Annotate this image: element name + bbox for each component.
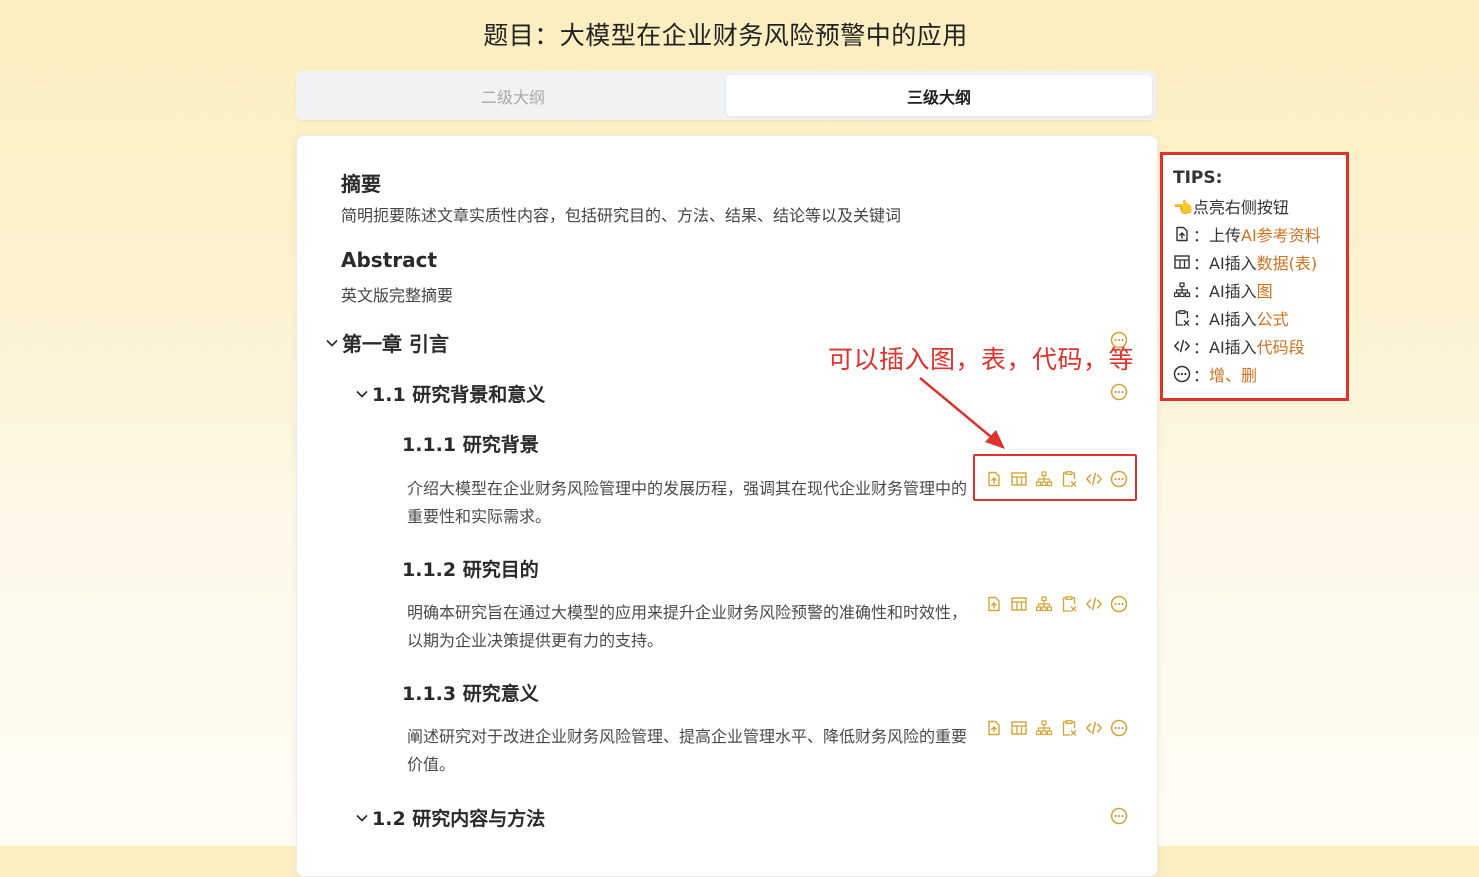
toolbar-highlight-box xyxy=(973,454,1137,501)
abstract-en-desc: 英文版完整摘要 xyxy=(341,286,454,305)
abstract-zh-title: 摘要 xyxy=(341,172,381,196)
tip-item: ：AI插入图 xyxy=(1173,276,1346,304)
tab-level-2-outline[interactable]: 二级大纲 xyxy=(300,75,726,116)
section-toolbar xyxy=(985,719,1128,737)
more-circle-icon[interactable] xyxy=(1110,595,1128,613)
section-1-2-title: 1.2 研究内容与方法 xyxy=(372,808,546,830)
formula-clipboard-icon[interactable] xyxy=(1060,719,1078,737)
org-chart-icon[interactable] xyxy=(1035,595,1053,613)
subsection-1-1-1-text: 介绍大模型在企业财务风险管理中的发展历程，强调其在现代企业财务管理中的重要性和实… xyxy=(407,479,968,526)
tips-intro: 👈点亮右侧按钮 xyxy=(1173,198,1289,217)
upload-file-icon xyxy=(1173,225,1191,243)
tip-item: ：AI插入 公式 xyxy=(1173,304,1346,332)
page-title: 题目：大模型在企业财务风险预警中的应用 xyxy=(483,21,968,50)
outline-tabs: 二级大纲 三级大纲 xyxy=(296,71,1156,120)
more-circle-icon[interactable] xyxy=(1110,719,1128,737)
table-icon[interactable] xyxy=(1010,595,1028,613)
annotation-text: 可以插入图，表，代码，等 xyxy=(828,345,1135,374)
code-icon xyxy=(1173,337,1191,355)
tab-level-3-outline[interactable]: 三级大纲 xyxy=(726,75,1152,116)
formula-clipboard-icon[interactable] xyxy=(1060,595,1078,613)
org-chart-icon[interactable] xyxy=(1035,719,1053,737)
section-1-1-heading[interactable]: 1.1 研究背景和意义 xyxy=(354,380,545,407)
tips-title: TIPS: xyxy=(1173,168,1223,188)
subsection-1-1-3-title: 1.1.3 研究意义 xyxy=(402,683,539,705)
tip-item: ：上传 AI参考资料 xyxy=(1173,220,1346,248)
section-1-1-title: 1.1 研究背景和意义 xyxy=(372,384,546,406)
tips-panel: TIPS: 👈点亮右侧按钮 ：上传 AI参考资料 ：AI插入 数据(表) ：AI插入… xyxy=(1160,152,1349,401)
section-1-2-heading[interactable]: 1.2 研究内容与方法 xyxy=(354,804,545,831)
subsection-1-1-2-title: 1.1.2 研究目的 xyxy=(402,559,539,581)
tip-item: ：AI插入 数据(表) xyxy=(1173,248,1346,276)
chapter-1-title: 第一章 引言 xyxy=(342,332,449,356)
subsection-1-1-2-text: 明确本研究旨在通过大模型的应用来提升企业财务风险预警的准确性和时效性，以期为企业… xyxy=(407,603,968,650)
section-toolbar xyxy=(985,595,1128,613)
subsection-1-1-3-text: 阐述研究对于改进企业财务风险管理、提高企业管理水平、降低财务风险的重要价值。 xyxy=(407,727,968,774)
subsection-1-1-1-title: 1.1.1 研究背景 xyxy=(402,434,539,456)
code-icon[interactable] xyxy=(1085,595,1103,613)
upload-file-icon[interactable] xyxy=(985,595,1003,613)
chevron-down-icon[interactable] xyxy=(354,810,370,826)
abstract-zh-desc: 简明扼要陈述文章实质性内容，包括研究目的、方法、结果、结论等以及关键词 xyxy=(341,206,902,225)
chevron-down-icon[interactable] xyxy=(354,386,370,402)
formula-clipboard-icon xyxy=(1173,309,1191,327)
more-circle-icon[interactable] xyxy=(1110,383,1128,401)
tip-item: ：AI插入 代码段 xyxy=(1173,332,1346,360)
code-icon[interactable] xyxy=(1085,719,1103,737)
table-icon[interactable] xyxy=(1010,719,1028,737)
more-circle-icon xyxy=(1173,365,1191,383)
abstract-en-title: Abstract xyxy=(341,248,438,272)
upload-file-icon[interactable] xyxy=(985,719,1003,737)
table-icon xyxy=(1173,253,1191,271)
tip-item: ：增、删 xyxy=(1173,360,1346,388)
org-chart-icon xyxy=(1173,281,1191,299)
more-circle-icon[interactable] xyxy=(1110,807,1128,825)
chevron-down-icon[interactable] xyxy=(324,335,340,351)
chapter-1-heading[interactable]: 第一章 引言 xyxy=(324,328,449,357)
